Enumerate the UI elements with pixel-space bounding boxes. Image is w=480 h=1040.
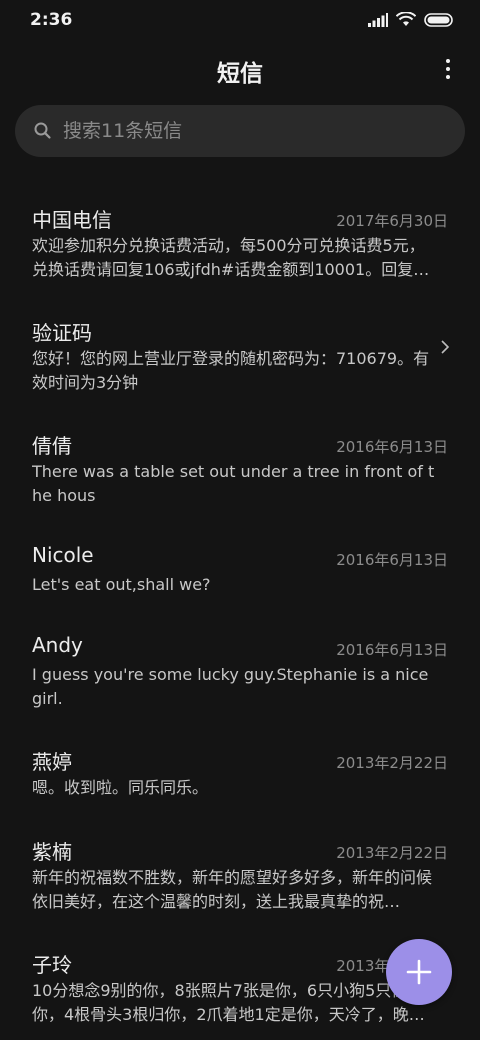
message-preview: I guess you're some lucky guy.Stephanie … xyxy=(32,665,429,708)
search-bar[interactable] xyxy=(15,105,465,157)
list-item[interactable]: 倩倩 2016年6月13日 There was a table set out … xyxy=(0,416,480,516)
more-options-button[interactable] xyxy=(438,54,458,84)
message-preview: 嗯。收到啦。同乐同乐。 xyxy=(32,778,209,797)
list-item[interactable]: 中国电信 2017年6月30日 欢迎参加积分兑换话费活动，每500分可兑换话费5… xyxy=(0,190,480,290)
sender-name: 燕婷 xyxy=(32,750,72,774)
message-preview: There was a table set out under a tree i… xyxy=(32,462,435,505)
message-preview: 欢迎参加积分兑换话费活动，每500分可兑换话费5元，兑换话费请回复106或jfd… xyxy=(32,236,430,279)
battery-icon xyxy=(424,12,453,27)
message-date: 2013年2月22日 xyxy=(336,844,448,862)
search-input[interactable] xyxy=(61,119,425,143)
message-date: 2016年6月13日 xyxy=(336,551,448,569)
list-item[interactable]: 燕婷 2013年2月22日 嗯。收到啦。同乐同乐。 xyxy=(0,732,480,812)
list-item[interactable]: 紫楠 2013年2月22日 新年的祝福数不胜数，新年的愿望好多好多，新年的问候依… xyxy=(0,822,480,922)
status-bar: 2:36 xyxy=(0,0,480,40)
more-vertical-icon xyxy=(446,59,450,63)
status-icons xyxy=(368,12,454,27)
sender-name: 倩倩 xyxy=(32,434,72,458)
message-preview: 您好！您的网上营业厅登录的随机密码为：710679。有效时间为3分钟 xyxy=(32,349,430,392)
sender-name: Nicole xyxy=(32,543,94,567)
list-item[interactable]: Nicole 2016年6月13日 Let's eat out,shall we… xyxy=(0,529,480,609)
message-date: 2016年6月13日 xyxy=(336,641,448,659)
search-icon xyxy=(34,122,51,139)
message-date: 2013年2月22日 xyxy=(336,754,448,772)
status-time: 2:36 xyxy=(30,10,73,30)
list-item[interactable]: 验证码 您好！您的网上营业厅登录的随机密码为：710679。有效时间为3分钟 xyxy=(0,303,480,403)
plus-icon xyxy=(406,959,432,985)
message-preview: 新年的祝福数不胜数，新年的愿望好多好多，新年的问候依旧美好，在这个温馨的时刻，送… xyxy=(32,868,433,911)
sender-name: 紫楠 xyxy=(32,840,72,864)
new-message-button[interactable] xyxy=(386,939,452,1005)
sender-name: 中国电信 xyxy=(32,208,112,232)
page-title: 短信 xyxy=(217,61,263,87)
more-dot xyxy=(446,67,450,71)
header: 短信 xyxy=(0,44,480,96)
more-dot xyxy=(446,75,450,79)
sender-name: 子玲 xyxy=(32,953,72,977)
wifi-icon xyxy=(396,12,416,26)
message-date: 2017年6月30日 xyxy=(336,212,448,230)
message-preview: 10分想念9别的你，8张照片7张是你，6只小狗5只像你，4根骨头3根归你，2爪着… xyxy=(32,981,425,1024)
list-item[interactable]: Andy 2016年6月13日 I guess you're some luck… xyxy=(0,619,480,719)
messages-screen: 2:36 短信 搜索11条短信 中国电信 2017年6月30日 欢迎参加积分兑换… xyxy=(0,0,480,1040)
message-date: 2016年6月13日 xyxy=(336,438,448,456)
sender-name: Andy xyxy=(32,633,83,657)
message-preview: Let's eat out,shall we? xyxy=(32,575,211,594)
signal-icon xyxy=(368,12,388,27)
sender-name: 验证码 xyxy=(32,321,92,345)
chevron-right-icon xyxy=(441,340,450,354)
